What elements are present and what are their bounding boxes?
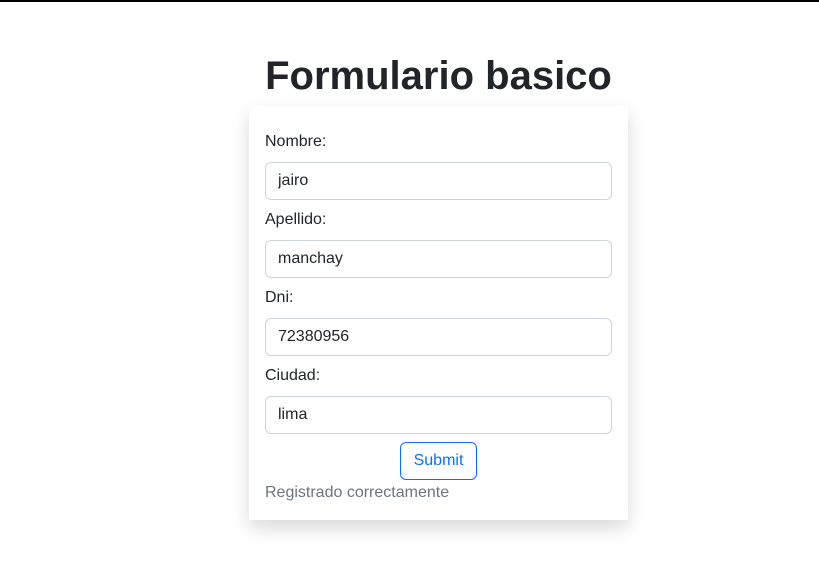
ciudad-input[interactable] xyxy=(265,396,612,434)
top-border xyxy=(0,0,819,2)
ciudad-label: Ciudad: xyxy=(265,367,321,384)
apellido-label: Apellido: xyxy=(265,211,327,228)
page-title: Formulario basico xyxy=(265,54,612,98)
dni-label: Dni: xyxy=(265,289,294,306)
submit-button[interactable]: Submit xyxy=(400,442,477,480)
dni-input[interactable] xyxy=(265,318,612,356)
basic-form-card: Nombre: Apellido: Dni: Ciudad: Submit Re… xyxy=(249,106,628,520)
nombre-label: Nombre: xyxy=(265,133,327,150)
status-message: Registrado correctamente xyxy=(265,484,450,501)
nombre-input[interactable] xyxy=(265,162,612,200)
apellido-input[interactable] xyxy=(265,240,612,278)
